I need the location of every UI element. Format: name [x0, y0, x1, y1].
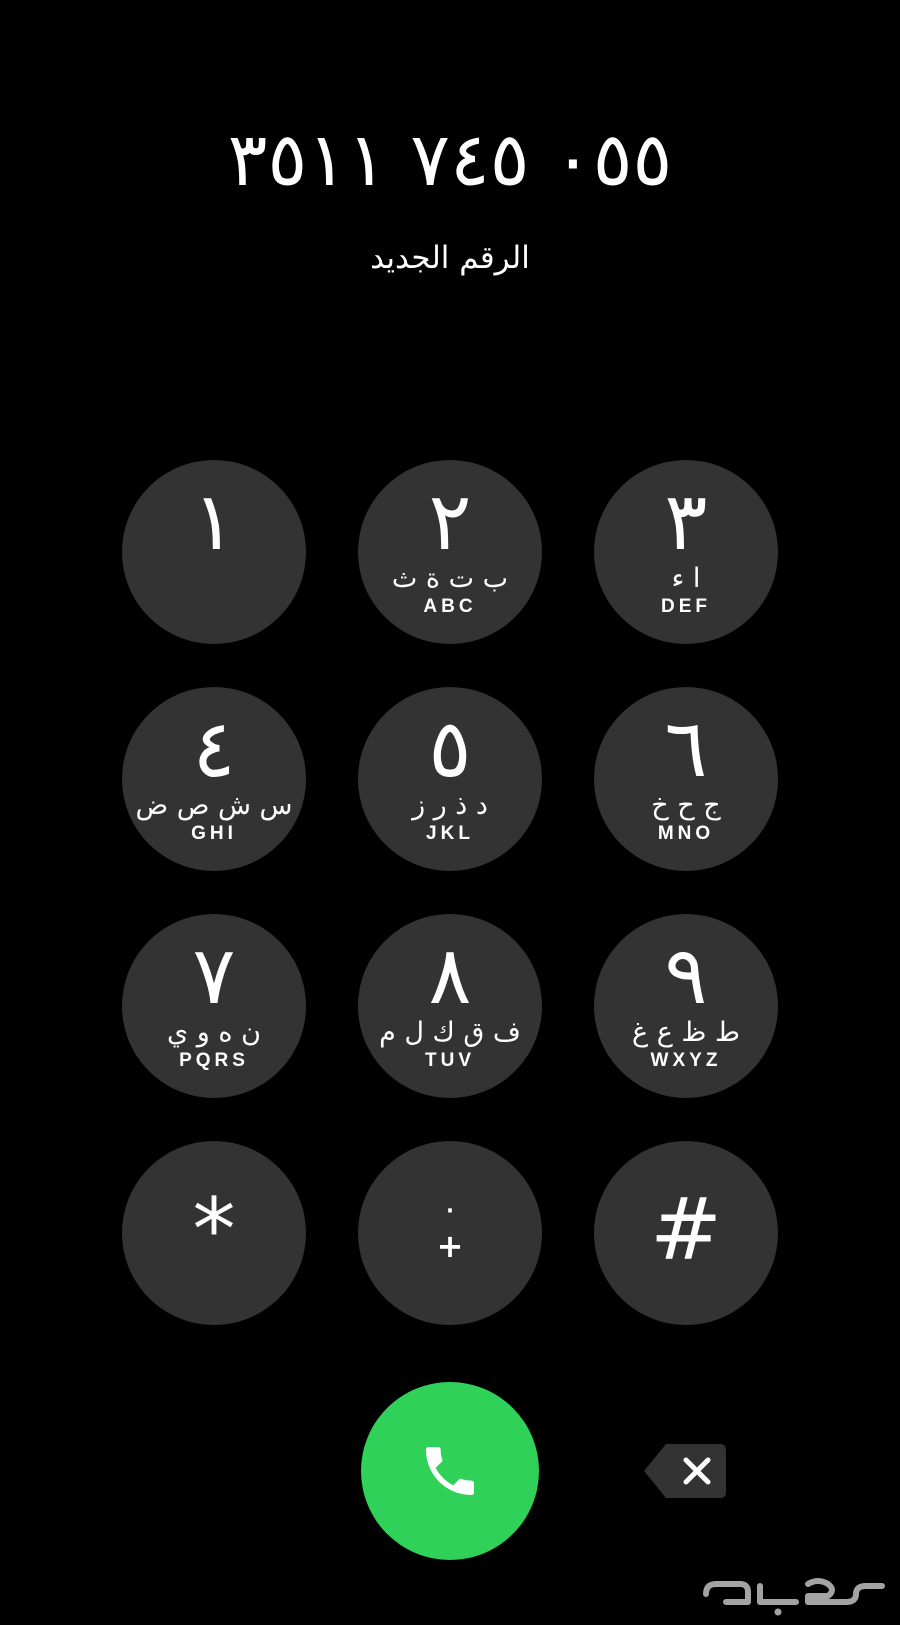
key-digit: ٩ [664, 929, 708, 1022]
key-latin-letters: ABC [423, 596, 477, 617]
key-0[interactable]: ٠ + [358, 1141, 542, 1325]
key-latin-letters: DEF [661, 596, 711, 617]
key-arabic-letters: ن ه و ي [167, 1017, 261, 1048]
key-plus-label: + [436, 1227, 464, 1265]
key-digit: ٦ [664, 702, 708, 795]
key-latin-letters: GHI [191, 823, 237, 844]
haraj-watermark-logo [700, 1572, 890, 1618]
key-digit: ٣ [664, 475, 708, 568]
key-latin-letters: JKL [426, 823, 474, 844]
key-digit: ٢ [428, 475, 472, 568]
key-star[interactable]: * [122, 1141, 306, 1325]
key-8[interactable]: ٨ ف ق ك ل م TUV [358, 914, 542, 1098]
key-digit: ٠ [440, 1189, 460, 1229]
key-digit: ١ [192, 475, 236, 568]
key-digit: ٤ [192, 702, 236, 795]
key-latin-letters: WXYZ [650, 1050, 722, 1071]
key-hash[interactable]: # [594, 1141, 778, 1325]
key-arabic-letters: س ش ص ض [135, 790, 293, 821]
key-arabic-letters: د ذ ر ز [412, 790, 488, 821]
key-6[interactable]: ٦ ج ح خ MNO [594, 687, 778, 871]
key-latin-letters: PQRS [179, 1050, 249, 1071]
key-4[interactable]: ٤ س ش ص ض GHI [122, 687, 306, 871]
key-arabic-letters: ط ظ ع غ [632, 1017, 740, 1048]
key-digit: ٥ [428, 702, 472, 795]
key-latin-letters: MNO [657, 823, 715, 844]
delete-button[interactable] [640, 1440, 730, 1502]
key-7[interactable]: ٧ ن ه و ي PQRS [122, 914, 306, 1098]
key-1[interactable]: ١ [122, 460, 306, 644]
key-3[interactable]: ٣ ا ء DEF [594, 460, 778, 644]
key-digit: ٨ [428, 929, 472, 1022]
key-digit: # [649, 1180, 723, 1280]
key-2[interactable]: ٢ ب ت ة ث ABC [358, 460, 542, 644]
backspace-icon [644, 1444, 726, 1498]
key-digit: ٧ [192, 929, 236, 1022]
key-arabic-letters: ف ق ك ل م [379, 1017, 521, 1048]
key-arabic-letters: ج ح خ [651, 790, 721, 821]
call-button[interactable] [361, 1382, 539, 1560]
key-arabic-letters: ب ت ة ث [391, 563, 509, 594]
key-arabic-letters: ا ء [671, 563, 701, 594]
key-9[interactable]: ٩ ط ظ ع غ WXYZ [594, 914, 778, 1098]
key-5[interactable]: ٥ د ذ ر ز JKL [358, 687, 542, 871]
key-latin-letters: TUV [425, 1050, 475, 1071]
key-digit: * [192, 1180, 236, 1280]
phone-icon [426, 1447, 474, 1495]
